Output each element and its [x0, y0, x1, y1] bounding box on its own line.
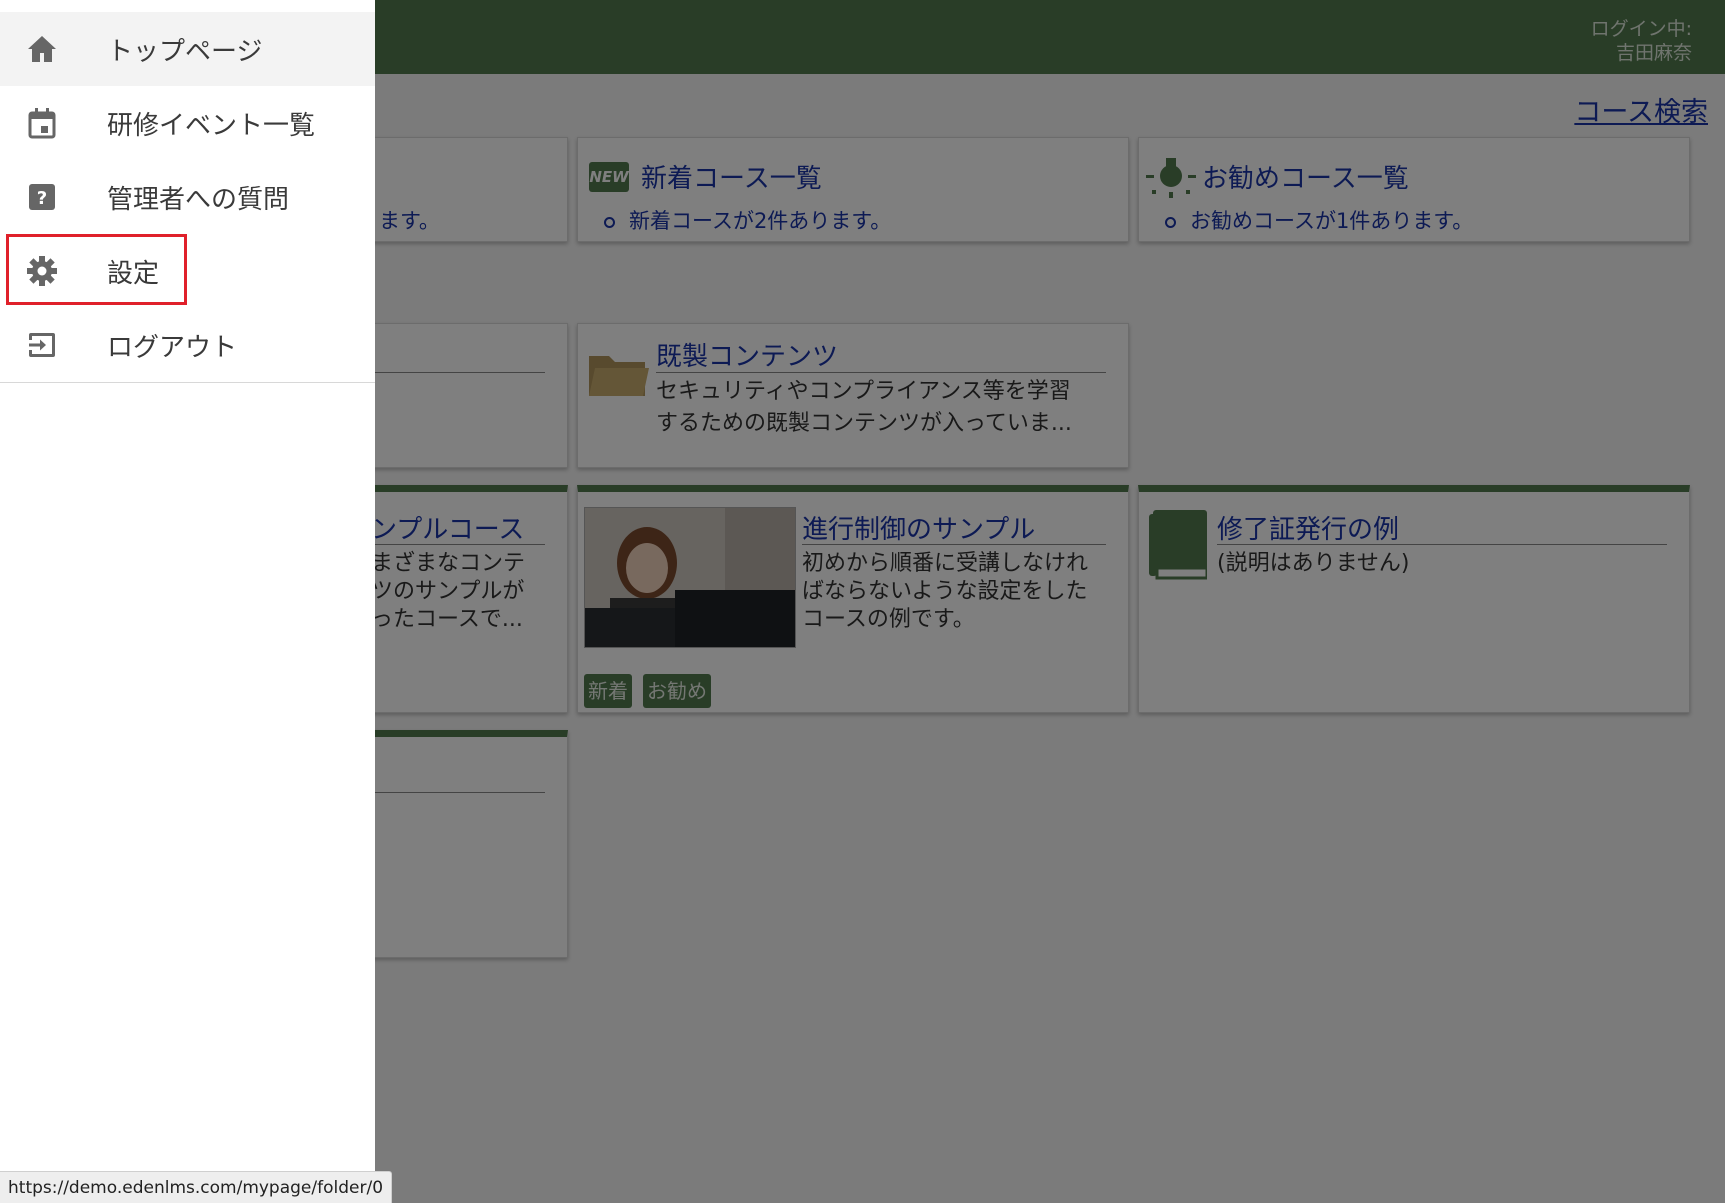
status-bar-url: https://demo.edenlms.com/mypage/folder/0 — [0, 1171, 393, 1203]
home-icon — [28, 36, 56, 62]
svg-text:?: ? — [37, 188, 47, 209]
calendar-icon — [28, 108, 56, 139]
logout-icon — [29, 333, 55, 357]
drawer-menu: トップページ 研修イベント一覧 ? 管理者への質問 設定 ログアウト — [0, 12, 375, 383]
menu-item-training-events[interactable]: 研修イベント一覧 — [0, 86, 375, 160]
menu-label: ログアウト — [107, 333, 238, 363]
menu-item-top-page[interactable]: トップページ — [0, 12, 375, 86]
navigation-drawer: トップページ 研修イベント一覧 ? 管理者への質問 設定 ログアウト — [0, 0, 375, 1203]
help-icon: ? — [29, 184, 55, 210]
menu-item-ask-admin[interactable]: ? 管理者への質問 — [0, 160, 375, 234]
menu-item-logout[interactable]: ログアウト — [0, 308, 375, 382]
menu-label: トップページ — [107, 37, 263, 67]
menu-label: 研修イベント一覧 — [107, 111, 316, 141]
settings-highlight-box — [6, 234, 187, 305]
menu-label: 管理者への質問 — [107, 185, 290, 215]
